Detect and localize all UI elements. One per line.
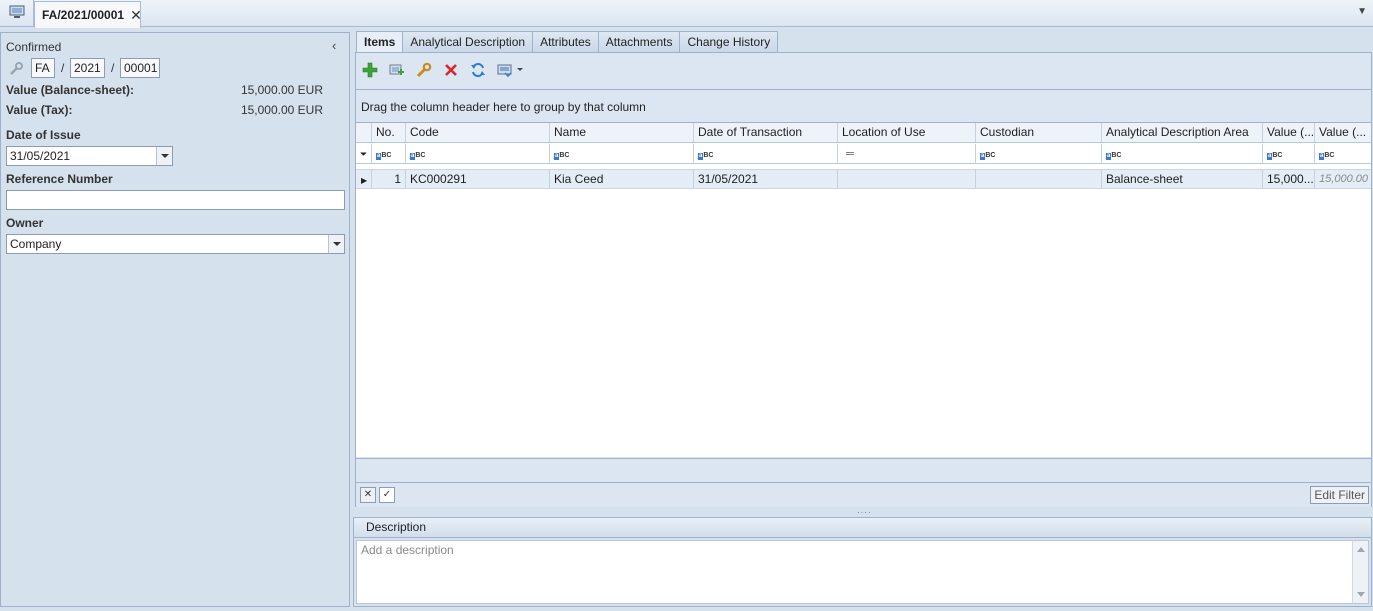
description-placeholder: Add a description xyxy=(361,543,454,557)
owner-value: Company xyxy=(10,237,62,251)
column-header-code[interactable]: Code xyxy=(406,123,550,142)
delete-icon[interactable] xyxy=(443,62,459,78)
add-multiple-icon[interactable] xyxy=(389,62,405,78)
edit-icon[interactable] xyxy=(416,62,432,78)
document-tab-label: FA/2021/00001 xyxy=(42,8,125,22)
tab-items[interactable]: Items xyxy=(356,31,404,54)
cell-location xyxy=(838,170,976,188)
filter-cell-area[interactable]: aBC xyxy=(1102,144,1263,163)
scroll-up-icon[interactable] xyxy=(1357,547,1365,552)
cell-value-tax: 15,000.00 xyxy=(1319,173,1368,185)
number-separator: / xyxy=(61,61,65,75)
description-textarea[interactable]: Add a description xyxy=(356,540,1369,604)
filter-cell-code[interactable]: aBC xyxy=(406,144,550,163)
number-separator: / xyxy=(111,61,115,75)
document-tab[interactable]: FA/2021/00001 ✕ xyxy=(34,1,142,28)
document-tab-bar: FA/2021/00001 ✕ ▼ xyxy=(0,0,1373,28)
tab-change-history[interactable]: Change History xyxy=(679,31,779,53)
close-tab-icon[interactable]: ✕ xyxy=(130,7,142,24)
filter-cell-name[interactable]: aBC xyxy=(550,144,694,163)
reference-number-label: Reference Number xyxy=(6,172,113,186)
items-toolbar xyxy=(356,53,1371,87)
row-selector-icon: ▶ xyxy=(356,170,372,188)
cell-custodian xyxy=(976,170,1102,188)
clear-filter-icon[interactable]: ✕ xyxy=(360,487,376,503)
column-header-custodian[interactable]: Custodian xyxy=(976,123,1102,142)
document-tabs: Items Analytical Description Attributes … xyxy=(356,31,779,54)
refresh-icon[interactable] xyxy=(470,62,486,78)
status-label: Confirmed xyxy=(6,40,62,54)
panel-splitter-handle[interactable]: ···· xyxy=(857,508,872,517)
filter-cell-date[interactable]: aBC xyxy=(694,144,838,163)
tab-analytical-description[interactable]: Analytical Description xyxy=(402,31,534,53)
add-icon[interactable] xyxy=(362,62,378,78)
value-tax-label: Value (Tax): xyxy=(6,103,73,117)
column-header-analytical-area[interactable]: Analytical Description Area xyxy=(1102,123,1263,142)
items-grid: Drag the column header here to group by … xyxy=(356,89,1371,457)
column-header-location-of-use[interactable]: Location of Use xyxy=(838,123,976,142)
date-issue-value: 31/05/2021 xyxy=(10,149,71,163)
description-scrollbar[interactable] xyxy=(1352,541,1368,603)
date-issue-label: Date of Issue xyxy=(6,128,81,142)
cell-code: KC000291 xyxy=(406,170,550,188)
column-header-date-of-transaction[interactable]: Date of Transaction xyxy=(694,123,838,142)
export-icon[interactable] xyxy=(497,62,527,78)
cell-no: 1 xyxy=(372,170,406,188)
chevron-down-icon xyxy=(160,154,169,158)
auto-filter-row: ⏷ aBC aBC aBC aBC ═ aBC aBC aBC aBC xyxy=(356,144,1371,164)
filter-cell-value-balance[interactable]: aBC xyxy=(1263,144,1315,163)
filter-cell-no[interactable]: aBC xyxy=(372,144,406,163)
number-sequence-field[interactable]: 00001 xyxy=(120,58,160,78)
numbering-settings-icon[interactable] xyxy=(9,62,23,79)
row-indicator-header xyxy=(356,123,372,142)
tab-attachments[interactable]: Attachments xyxy=(597,31,681,53)
reference-number-field[interactable] xyxy=(6,190,345,210)
edit-filter-button[interactable]: Edit Filter xyxy=(1310,486,1369,504)
tab-attributes[interactable]: Attributes xyxy=(532,31,599,53)
filter-cell-custodian[interactable]: aBC xyxy=(976,144,1102,163)
filter-icon: ⏷ xyxy=(356,144,372,163)
owner-select[interactable]: Company xyxy=(6,234,345,254)
date-issue-field[interactable]: 31/05/2021 xyxy=(6,146,173,166)
collapse-panel-icon[interactable]: ‹ xyxy=(332,38,336,53)
tab-list-dropdown-icon[interactable]: ▼ xyxy=(1357,6,1367,17)
home-tab[interactable] xyxy=(0,0,34,27)
column-header-no[interactable]: No. xyxy=(372,123,406,142)
grid-header-row: No. Code Name Date of Transaction Locati… xyxy=(356,123,1371,143)
scroll-down-icon[interactable] xyxy=(1357,592,1365,597)
grid-summary-footer xyxy=(356,458,1371,482)
filter-cell-value-tax[interactable]: aBC xyxy=(1315,144,1371,163)
filter-bar: ✕ ✓ Edit Filter xyxy=(356,482,1371,507)
owner-label: Owner xyxy=(6,216,44,230)
cell-area: Balance-sheet xyxy=(1102,170,1263,188)
items-panel: Drag the column header here to group by … xyxy=(355,52,1372,507)
description-panel: Description Add a description xyxy=(353,517,1372,607)
value-balance-label: Value (Balance-sheet): xyxy=(6,83,135,97)
column-header-value-tax[interactable]: Value (... xyxy=(1315,123,1371,142)
group-by-area[interactable]: Drag the column header here to group by … xyxy=(356,90,1371,123)
document-header-panel: Confirmed ‹ FA / 2021 / 00001 Value (Bal… xyxy=(0,32,350,607)
cell-value-balance: 15,000... xyxy=(1263,170,1315,188)
cell-date: 31/05/2021 xyxy=(694,170,838,188)
filter-cell-location[interactable]: ═ xyxy=(838,144,976,163)
number-prefix-field[interactable]: FA xyxy=(31,58,55,78)
date-picker-button[interactable] xyxy=(156,147,172,165)
description-title: Description xyxy=(354,518,1371,538)
value-tax-value: 15,000.00 EUR xyxy=(240,103,323,117)
number-year-field[interactable]: 2021 xyxy=(70,58,105,78)
monitor-icon xyxy=(9,5,25,22)
table-row[interactable]: ▶ 1 KC000291 Kia Ceed 31/05/2021 Balance… xyxy=(356,169,1371,189)
chevron-down-icon xyxy=(332,242,341,246)
enable-filter-checkbox[interactable]: ✓ xyxy=(379,487,395,503)
owner-dropdown-button[interactable] xyxy=(328,235,344,253)
column-header-name[interactable]: Name xyxy=(550,123,694,142)
column-header-value-balance[interactable]: Value (... xyxy=(1263,123,1315,142)
cell-name: Kia Ceed xyxy=(550,170,694,188)
value-balance-value: 15,000.00 EUR xyxy=(240,83,323,97)
